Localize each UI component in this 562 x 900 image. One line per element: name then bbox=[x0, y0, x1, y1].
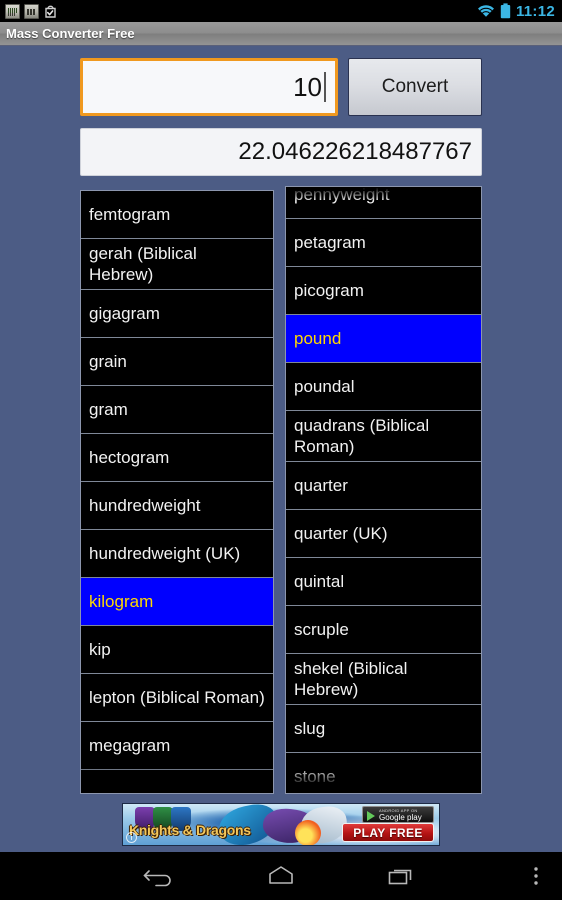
converter-input-row: 10 Convert bbox=[80, 58, 482, 116]
list-item[interactable]: femtogram bbox=[81, 191, 273, 239]
status-notification-icons bbox=[0, 3, 58, 19]
list-item[interactable]: hundredweight (UK) bbox=[81, 530, 273, 578]
list-item-label: lepton (Biblical Roman) bbox=[89, 688, 265, 707]
google-play-badge-main: Google play bbox=[379, 812, 422, 822]
list-item-label: stone bbox=[294, 767, 336, 786]
android-screen: 11:12 Mass Converter Free 10 Convert 22.… bbox=[0, 0, 562, 900]
recents-icon bbox=[388, 869, 412, 885]
list-item-label: petagram bbox=[294, 233, 366, 252]
list-item-label: shekel (Biblical Hebrew) bbox=[294, 659, 408, 699]
list-item[interactable]: kip bbox=[81, 626, 273, 674]
value-input[interactable]: 10 bbox=[80, 58, 338, 116]
list-item[interactable]: picogram bbox=[286, 267, 481, 315]
list-item-label: poundal bbox=[294, 377, 355, 396]
list-item-label: pound bbox=[294, 329, 342, 348]
list-item[interactable]: poundal bbox=[286, 363, 481, 411]
list-item[interactable] bbox=[81, 770, 273, 793]
list-item-label: picogram bbox=[294, 281, 364, 300]
list-item-label: slug bbox=[294, 719, 326, 738]
app-title-bar: Mass Converter Free bbox=[0, 22, 562, 46]
list-item[interactable]: quarter (UK) bbox=[286, 510, 481, 558]
list-item-label: gigagram bbox=[89, 304, 160, 323]
result-value: 22.046226218487767 bbox=[238, 138, 472, 165]
page-title: Mass Converter Free bbox=[6, 26, 135, 41]
list-item[interactable]: stone bbox=[286, 753, 481, 793]
list-item-label: pennyweight bbox=[294, 186, 390, 204]
list-item-label: hundredweight bbox=[89, 496, 201, 515]
to-unit-list[interactable]: pennyweight petagram picogram pound poundal q… bbox=[285, 186, 482, 794]
google-play-badge[interactable]: ANDROID APP ON Google play bbox=[362, 806, 434, 823]
battery-icon bbox=[500, 3, 511, 19]
list-item-label: hectogram bbox=[89, 448, 170, 467]
list-item[interactable]: gerah (Biblical Hebrew) bbox=[81, 239, 273, 290]
list-item[interactable]: megagram bbox=[81, 722, 273, 770]
text-cursor bbox=[324, 72, 326, 102]
ad-info-icon[interactable]: i bbox=[126, 832, 137, 843]
notification-icon-task bbox=[43, 3, 58, 19]
list-item[interactable]: shekel (Biblical Hebrew) bbox=[286, 654, 481, 705]
list-item[interactable]: quintal bbox=[286, 558, 481, 606]
recents-button[interactable] bbox=[362, 852, 442, 900]
google-play-triangle-icon bbox=[367, 811, 375, 821]
ad-title: Knights & Dragons bbox=[129, 822, 251, 838]
notification-icon-app bbox=[5, 3, 20, 19]
list-item-label: kilogram bbox=[89, 592, 154, 611]
play-free-button[interactable]: PLAY FREE bbox=[342, 823, 434, 842]
list-item-label: megagram bbox=[89, 736, 171, 755]
list-item-label: quadrans (Biblical Roman) bbox=[294, 416, 430, 456]
ad-flame-icon bbox=[295, 820, 321, 845]
status-bar: 11:12 bbox=[0, 0, 562, 22]
notification-icon-news bbox=[24, 3, 39, 19]
status-clock: 11:12 bbox=[515, 2, 555, 20]
list-item[interactable]: slug bbox=[286, 705, 481, 753]
from-unit-list-items: femtogram gerah (Biblical Hebrew) gigagram… bbox=[81, 191, 273, 793]
wifi-icon bbox=[477, 4, 495, 18]
list-item[interactable]: quarter bbox=[286, 462, 481, 510]
result-field[interactable]: 22.046226218487767 bbox=[80, 128, 482, 176]
overflow-menu-icon bbox=[534, 867, 538, 885]
list-item[interactable]: pennyweight bbox=[286, 186, 481, 219]
list-item[interactable]: hectogram bbox=[81, 434, 273, 482]
list-item[interactable]: scruple bbox=[286, 606, 481, 654]
list-item-label: quintal bbox=[294, 572, 345, 591]
list-item-label: kip bbox=[89, 640, 111, 659]
list-item[interactable]: grain bbox=[81, 338, 273, 386]
list-item[interactable]: hundredweight bbox=[81, 482, 273, 530]
from-unit-list[interactable]: femtogram gerah (Biblical Hebrew) gigagram… bbox=[80, 190, 274, 794]
list-item-label: scruple bbox=[294, 620, 349, 639]
list-item[interactable]: lepton (Biblical Roman) bbox=[81, 674, 273, 722]
list-item-label: gerah (Biblical Hebrew) bbox=[89, 244, 197, 284]
convert-button[interactable]: Convert bbox=[348, 58, 482, 116]
list-item-label: gram bbox=[89, 400, 128, 419]
list-item[interactable]: gigagram bbox=[81, 290, 273, 338]
list-item-label: hundredweight (UK) bbox=[89, 544, 241, 563]
to-unit-list-items: pennyweight petagram picogram pound poundal q… bbox=[286, 186, 481, 793]
list-item[interactable]: gram bbox=[81, 386, 273, 434]
value-input-text: 10 bbox=[293, 72, 322, 102]
navigation-bar bbox=[0, 852, 562, 900]
back-button[interactable] bbox=[120, 852, 200, 900]
list-item[interactable]: petagram bbox=[286, 219, 481, 267]
list-item-label: quarter (UK) bbox=[294, 524, 388, 543]
home-icon bbox=[269, 866, 293, 884]
home-button[interactable] bbox=[241, 852, 321, 900]
list-item[interactable]: kilogram bbox=[81, 578, 273, 626]
list-item-label: quarter bbox=[294, 476, 348, 495]
list-item-label: femtogram bbox=[89, 205, 171, 224]
list-item[interactable]: quadrans (Biblical Roman) bbox=[286, 411, 481, 462]
overflow-menu-button[interactable] bbox=[516, 852, 556, 900]
ad-banner[interactable]: Knights & Dragons i ANDROID APP ON Googl… bbox=[122, 803, 440, 846]
back-icon bbox=[143, 870, 171, 887]
list-item-label: grain bbox=[89, 352, 127, 371]
list-item[interactable]: pound bbox=[286, 315, 481, 363]
status-bar-right: 11:12 bbox=[477, 3, 562, 19]
